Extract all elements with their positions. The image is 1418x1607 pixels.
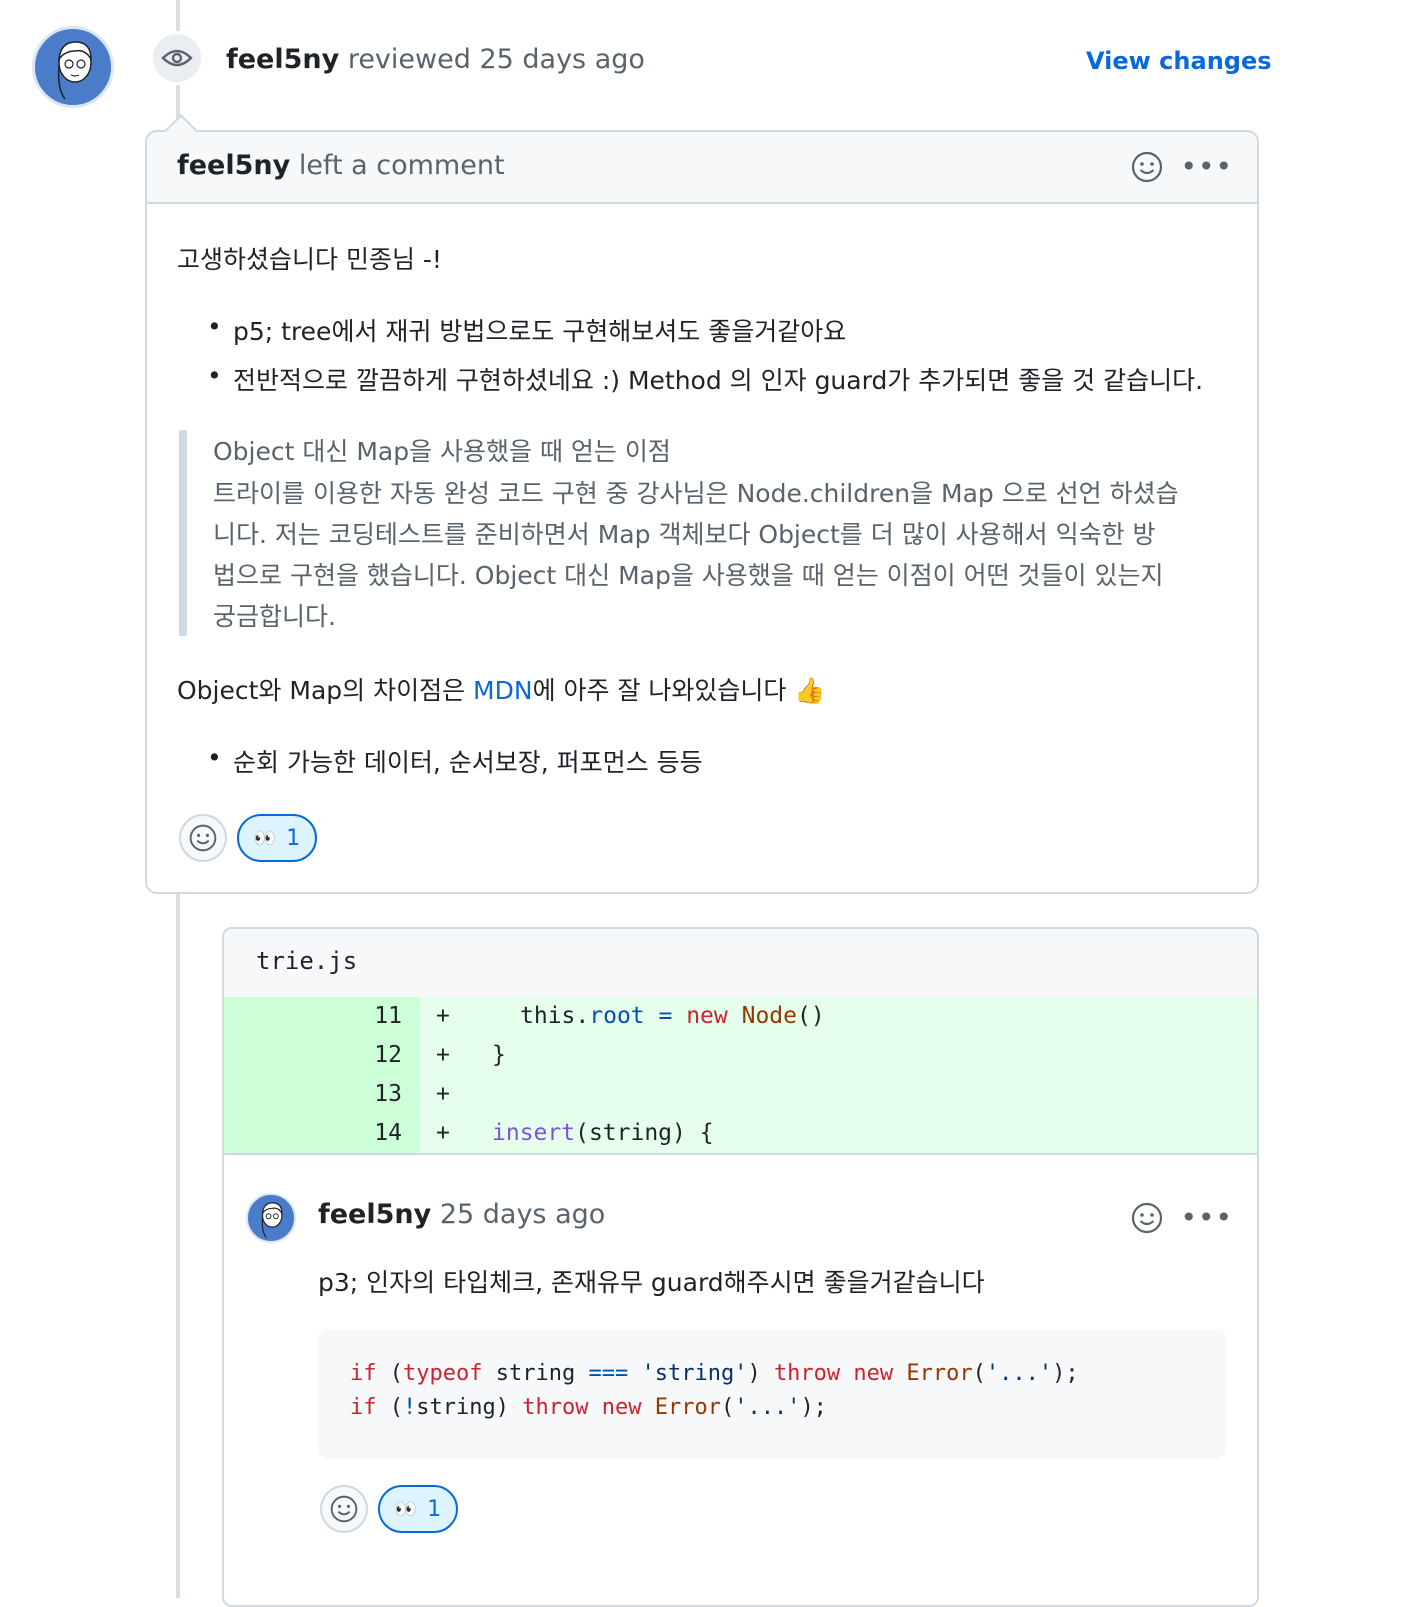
avatar[interactable]: [32, 26, 114, 108]
comment-action: left a comment: [290, 150, 505, 181]
line-number[interactable]: 11: [224, 1003, 402, 1029]
review-comment: feel5ny left a comment ••• 고생하셨습니다 민종님 -…: [145, 130, 1259, 894]
line-number[interactable]: 13: [224, 1081, 402, 1107]
diff-line: 12 + }: [224, 1036, 1257, 1075]
reaction-count: 1: [286, 825, 301, 851]
diff-sign: +: [436, 1081, 450, 1107]
eyes-icon: 👀: [394, 1498, 417, 1520]
line-number[interactable]: 14: [224, 1120, 402, 1146]
review-header: feel5ny reviewed 25 days ago: [226, 44, 645, 75]
smiley-icon[interactable]: [1130, 150, 1164, 184]
diff-filename[interactable]: trie.js: [224, 929, 1257, 997]
view-changes-link[interactable]: View changes: [1086, 47, 1272, 75]
reply-avatar[interactable]: [246, 1193, 296, 1243]
review-time[interactable]: 25 days ago: [479, 44, 644, 75]
add-reaction-button[interactable]: [320, 1485, 368, 1533]
mdn-link[interactable]: MDN: [473, 676, 533, 705]
mdn-text-after: 에 아주 잘 나와있습니다: [532, 676, 795, 705]
comment-header: feel5ny left a comment •••: [147, 132, 1257, 204]
reply-author[interactable]: feel5ny: [318, 1199, 431, 1230]
thumbs-up-icon: 👍: [794, 676, 826, 705]
diff-hunk: 11 + this.root = new Node() 12 + } 13 + …: [224, 997, 1257, 1155]
smiley-icon: [189, 824, 217, 852]
diff-code: insert(string) {: [492, 1120, 714, 1146]
reply-text: p3; 인자의 타입체크, 존재유무 guard해주시면 좋을거같습니다: [318, 1268, 985, 1297]
eye-icon: [161, 49, 193, 67]
comment-bullet: 전반적으로 깔끔하게 구현하셨네요 :) Method 의 인자 guard가 …: [207, 361, 1203, 397]
diff-sign: +: [436, 1120, 450, 1146]
avatar-illustration: [57, 41, 92, 100]
eyes-icon: 👀: [253, 827, 276, 849]
mdn-paragraph: Object와 Map의 차이점은 MDN에 아주 잘 나와있습니다 👍: [177, 671, 826, 707]
mdn-text-before: Object와 Map의 차이점은: [177, 676, 474, 705]
line-number[interactable]: 12: [224, 1042, 402, 1068]
blockquote-line: 법으로 구현을 했습니다. Object 대신 Map을 사용했을 때 얻는 이…: [213, 561, 1164, 590]
blockquote-line: 트라이를 이용한 자동 완성 코드 구현 중 강사님은 Node.childre…: [213, 479, 1179, 508]
code-line: if (!string) throw new Error('...');: [350, 1395, 827, 1420]
diff-line: 11 + this.root = new Node(): [224, 997, 1257, 1036]
blockquote-line: Object 대신 Map을 사용했을 때 얻는 이점: [213, 437, 671, 466]
reply-header-actions: •••: [1130, 1201, 1233, 1235]
comment-header-actions: •••: [1130, 150, 1233, 184]
code-line: if (typeof string === 'string') throw ne…: [350, 1361, 1079, 1386]
diff-sign: +: [436, 1042, 450, 1068]
diff-line: 14 + insert(string) {: [224, 1114, 1257, 1153]
reaction-count: 1: [427, 1496, 442, 1522]
blockquote-bar: [179, 430, 187, 636]
reply-header: feel5ny 25 days ago: [318, 1199, 605, 1230]
smiley-icon: [330, 1495, 358, 1523]
blockquote-line: 니다. 저는 코딩테스트를 준비하면서 Map 객체보다 Object를 더 많…: [213, 520, 1156, 549]
review-action: reviewed: [339, 44, 480, 75]
review-thread: trie.js 11 + this.root = new Node() 12 +…: [222, 927, 1259, 1607]
eyes-reaction-button[interactable]: 👀 1: [237, 814, 317, 862]
kebab-icon[interactable]: •••: [1180, 153, 1233, 181]
diff-sign: +: [436, 1003, 450, 1029]
comment-bullet: 순회 가능한 데이터, 순서보장, 퍼포먼스 등등: [207, 743, 703, 779]
smiley-icon[interactable]: [1130, 1201, 1164, 1235]
blockquote-line: 궁금합니다.: [213, 602, 336, 631]
diff-code: }: [492, 1042, 506, 1068]
diff-line: 13 +: [224, 1075, 1257, 1114]
comment-greeting: 고생하셨습니다 민종님 -!: [177, 245, 442, 274]
eyes-reaction-button[interactable]: 👀 1: [378, 1485, 458, 1533]
diff-code: this.root = new Node(): [520, 1003, 825, 1029]
eye-badge: [150, 31, 204, 85]
reply-time[interactable]: 25 days ago: [431, 1199, 605, 1230]
kebab-icon[interactable]: •••: [1180, 1204, 1233, 1232]
comment-bullet: p5; tree에서 재귀 방법으로도 구현해보셔도 좋을거같아요: [207, 312, 846, 348]
avatar-illustration: [261, 1202, 283, 1238]
add-reaction-button[interactable]: [179, 814, 227, 862]
comment-author[interactable]: feel5ny: [177, 150, 290, 181]
review-author[interactable]: feel5ny: [226, 44, 339, 75]
code-block: if (typeof string === 'string') throw ne…: [318, 1329, 1226, 1459]
